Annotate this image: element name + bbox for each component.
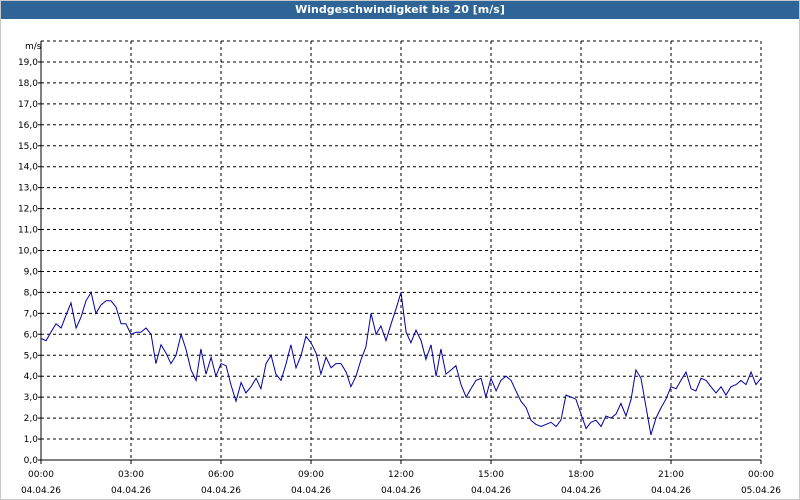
y-axis-label: m/s [25,42,42,52]
y-tick-label: 8,0 [24,288,39,298]
y-tick-label: 13,0 [18,184,38,194]
x-tick-date-label: 04.04.26 [111,486,151,496]
y-tick-label: 18,0 [18,79,38,89]
y-tick-label: 3,0 [24,393,39,403]
x-tick-time-label: 00:00 [28,470,54,480]
x-tick-time-label: 18:00 [568,470,594,480]
axes [38,41,762,464]
y-tick-label: 17,0 [18,100,38,110]
y-tick-label: 15,0 [18,142,38,152]
x-tick-time-label: 03:00 [118,470,144,480]
chart-window: Windgeschwindigkeit bis 20 [m/s] 0,0 1,0 2… [0,0,800,500]
y-tick-label: 19,0 [18,58,38,68]
x-tick-time-label: 06:00 [208,470,234,480]
y-tick-label: 7,0 [24,309,39,319]
x-tick-labels: 00:00 04.04.26 03:00 04.04.26 06:00 04.04.26 0… [21,470,781,496]
x-tick-date-label: 04.04.26 [291,486,331,496]
y-tick-label: 5,0 [24,351,39,361]
chart-canvas: 0,0 1,0 2,0 3,0 4,0 5,0 6,0 7,0 8,0 9,0 10,0 11,0 12… [18,40,781,496]
x-tick-time-label: 00:00 [748,470,774,480]
x-tick-date-label: 04.04.26 [651,486,691,496]
x-tick-date-label: 04.04.26 [201,486,241,496]
y-tick-label: 10,0 [18,247,38,257]
y-tick-label: 1,0 [24,435,39,445]
y-tick-label: 14,0 [18,163,38,173]
y-tick-label: 16,0 [18,121,38,131]
y-tick-labels: 0,0 1,0 2,0 3,0 4,0 5,0 6,0 7,0 8,0 9,0 10,0 11,0 12… [18,58,38,466]
y-tick-label: 4,0 [24,372,39,382]
x-tick-date-label: 04.04.26 [561,486,601,496]
y-tick-label: 11,0 [18,226,38,236]
y-tick-label: 2,0 [24,414,39,424]
x-tick-time-label: 12:00 [388,470,414,480]
y-tick-label: 6,0 [24,330,39,340]
x-tick-date-label: 04.04.26 [471,486,511,496]
x-tick-time-label: 09:00 [298,470,324,480]
y-tick-label: 12,0 [18,205,38,215]
y-tick-label: 9,0 [24,267,39,277]
y-tick-label: 0,0 [24,456,39,466]
x-tick-date-label: 04.04.26 [381,486,421,496]
x-tick-date-label: 04.04.26 [21,486,61,496]
grid-lines [41,40,762,460]
x-tick-time-label: 15:00 [478,470,504,480]
x-tick-time-label: 21:00 [658,470,684,480]
x-tick-date-label: 05.04.26 [741,486,781,496]
